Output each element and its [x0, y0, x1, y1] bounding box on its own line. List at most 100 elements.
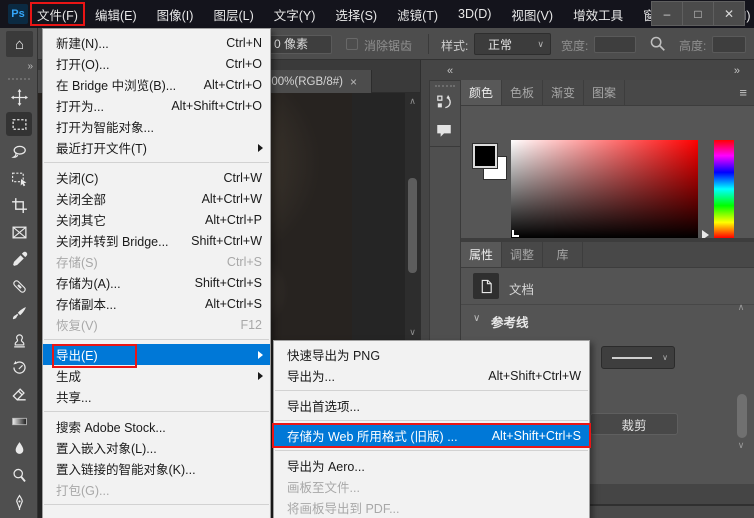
submenu-item-save-for-web-legacy[interactable]: 存储为 Web 所用格式 (旧版) ... Alt+Shift+Ctrl+S — [274, 425, 589, 446]
menu-item[interactable] — [43, 158, 270, 167]
history-icon[interactable] — [435, 93, 455, 113]
crop-button[interactable]: 裁剪 — [590, 413, 678, 435]
menu-item-save[interactable]: 存储(S) Ctrl+S — [43, 251, 270, 272]
submenu-item-artboards-to-pdf[interactable]: 将画板导出到 PDF... — [274, 497, 589, 518]
panel-menu-icon[interactable]: ≡ — [739, 513, 747, 518]
menu-item-close[interactable]: 关闭(C) Ctrl+W — [43, 167, 270, 188]
menu-item[interactable] — [43, 500, 270, 509]
menu-item-browse-in-bridge[interactable]: 在 Bridge 中浏览(B)... Alt+Ctrl+O — [43, 74, 270, 95]
style-select[interactable]: 正常 ∨ — [474, 33, 551, 55]
tab-libraries[interactable]: 库 — [543, 242, 583, 267]
hue-slider[interactable] — [714, 140, 734, 238]
submenu-item-export-preferences[interactable]: 导出首选项... — [274, 395, 589, 416]
tab-properties[interactable]: 属性 — [461, 242, 502, 267]
menu-item-open[interactable]: 打开(O)... Ctrl+O — [43, 53, 270, 74]
menubar-item-layer[interactable]: 图层(L) — [203, 2, 263, 26]
menu-item-package[interactable]: 打包(G)... — [43, 479, 270, 500]
rectangular-marquee-tool[interactable] — [6, 112, 32, 136]
crop-tool[interactable] — [6, 193, 32, 217]
menu-item-save-as[interactable]: 存储为(A)... Shift+Ctrl+S — [43, 272, 270, 293]
menu-item-open-as[interactable]: 打开为... Alt+Shift+Ctrl+O — [43, 95, 270, 116]
scroll-down-icon[interactable]: ∨ — [735, 440, 747, 451]
menu-item-new[interactable]: 新建(N)... Ctrl+N — [43, 32, 270, 53]
dodge-tool[interactable] — [6, 463, 32, 487]
menubar-item-image[interactable]: 图像(I) — [147, 2, 204, 26]
saturation-brightness-field[interactable] — [511, 140, 698, 238]
menu-item-share[interactable]: 共享... — [43, 386, 270, 407]
minimize-button[interactable]: – — [651, 1, 683, 26]
guides-section-header[interactable]: ∨ 参考线 — [461, 305, 754, 335]
menu-item-open-recent[interactable]: 最近打开文件(T) — [43, 137, 270, 158]
menu-item-place-linked[interactable]: 置入链接的智能对象(K)... — [43, 458, 270, 479]
menu-item-save-a-copy[interactable]: 存储副本... Alt+Ctrl+S — [43, 293, 270, 314]
pen-tool[interactable] — [6, 490, 32, 514]
close-tab-icon[interactable]: × — [350, 75, 357, 89]
scrollbar-thumb[interactable] — [408, 178, 417, 273]
object-selection-tool[interactable] — [6, 166, 32, 190]
menu-item-search-adobe-stock[interactable]: 搜索 Adobe Stock... — [43, 416, 270, 437]
canvas-scrollbar[interactable]: ∧ ∨ — [405, 93, 420, 341]
guides-label: 参考线 — [491, 312, 529, 331]
brush-tool[interactable] — [6, 301, 32, 325]
grip-handle[interactable] — [8, 78, 30, 80]
panel-menu-icon[interactable]: ≡ — [739, 85, 747, 100]
eyedropper-tool[interactable] — [6, 247, 32, 271]
menu-item-place-embedded[interactable]: 置入嵌入对象(L)... — [43, 437, 270, 458]
menu-item-close-all[interactable]: 关闭全部 Alt+Ctrl+W — [43, 188, 270, 209]
scroll-up-icon[interactable]: ∧ — [735, 302, 747, 313]
frame-tool[interactable] — [6, 220, 32, 244]
menu-item-export[interactable]: 导出(E) — [43, 344, 270, 365]
comment-icon[interactable] — [435, 121, 455, 141]
menu-item-close-and-go-to-bridge[interactable]: 关闭并转到 Bridge... Shift+Ctrl+W — [43, 230, 270, 251]
search-icon[interactable] — [649, 35, 666, 52]
menu-item-close-others[interactable]: 关闭其它 Alt+Ctrl+P — [43, 209, 270, 230]
maximize-button[interactable]: □ — [682, 1, 714, 26]
width-input[interactable] — [594, 36, 636, 53]
submenu-item-artboards-to-files[interactable]: 画板至文件... — [274, 476, 589, 497]
menubar-item-3d[interactable]: 3D(D) — [448, 2, 501, 26]
grip-handle[interactable] — [435, 85, 455, 87]
gradient-tool[interactable] — [6, 409, 32, 433]
foreground-color-swatch[interactable] — [473, 144, 497, 168]
submenu-item-quick-export-png[interactable]: 快速导出为 PNG — [274, 344, 589, 365]
submenu-item[interactable] — [274, 446, 589, 455]
height-input[interactable] — [712, 36, 746, 53]
submenu-item[interactable] — [274, 386, 589, 395]
menu-item-revert[interactable]: 恢复(V) F12 — [43, 314, 270, 335]
antialias-checkbox[interactable] — [346, 38, 358, 50]
blur-tool[interactable] — [6, 436, 32, 460]
menubar-item-edit[interactable]: 编辑(E) — [85, 2, 147, 26]
submenu-item-export-as-aero[interactable]: 导出为 Aero... — [274, 455, 589, 476]
submenu-item-export-as[interactable]: 导出为... Alt+Shift+Ctrl+W — [274, 365, 589, 386]
expand-toolbar-icon[interactable]: » — [27, 61, 33, 72]
tab-color[interactable]: 颜色 — [461, 80, 502, 105]
spot-healing-brush-tool[interactable] — [6, 274, 32, 298]
eraser-tool[interactable] — [6, 382, 32, 406]
close-button[interactable]: ✕ — [713, 1, 745, 26]
tab-patterns[interactable]: 图案 — [584, 80, 625, 105]
lasso-tool[interactable] — [6, 139, 32, 163]
history-brush-tool[interactable] — [6, 355, 32, 379]
collapse-dock-icon[interactable]: » — [734, 65, 740, 77]
scrollbar-thumb[interactable] — [737, 394, 747, 438]
clone-stamp-tool[interactable] — [6, 328, 32, 352]
home-icon[interactable]: ⌂ — [6, 31, 33, 57]
menu-item[interactable] — [43, 335, 270, 344]
menubar-item-filter[interactable]: 滤镜(T) — [387, 2, 448, 26]
menubar-item-select[interactable]: 选择(S) — [325, 2, 387, 26]
menubar-item-plugins[interactable]: 增效工具 — [563, 2, 633, 26]
tab-adjustments[interactable]: 调整 — [502, 242, 543, 267]
move-tool[interactable] — [6, 85, 32, 109]
menu-item-generate[interactable]: 生成 — [43, 365, 270, 386]
menubar-item-view[interactable]: 视图(V) — [501, 2, 563, 26]
menu-item-open-as-smart-object[interactable]: 打开为智能对象... — [43, 116, 270, 137]
menubar-item-file[interactable]: 文件(F) — [30, 2, 85, 26]
menu-item[interactable] — [43, 407, 270, 416]
tab-swatches[interactable]: 色板 — [502, 80, 543, 105]
guide-line-style-select[interactable]: ∨ — [601, 346, 675, 369]
menubar-item-type[interactable]: 文字(Y) — [264, 2, 326, 26]
scroll-down-icon[interactable]: ∨ — [405, 327, 420, 338]
collapse-panel-icon[interactable]: « — [447, 65, 453, 77]
scroll-up-icon[interactable]: ∧ — [405, 96, 420, 107]
tab-gradients[interactable]: 渐变 — [543, 80, 584, 105]
